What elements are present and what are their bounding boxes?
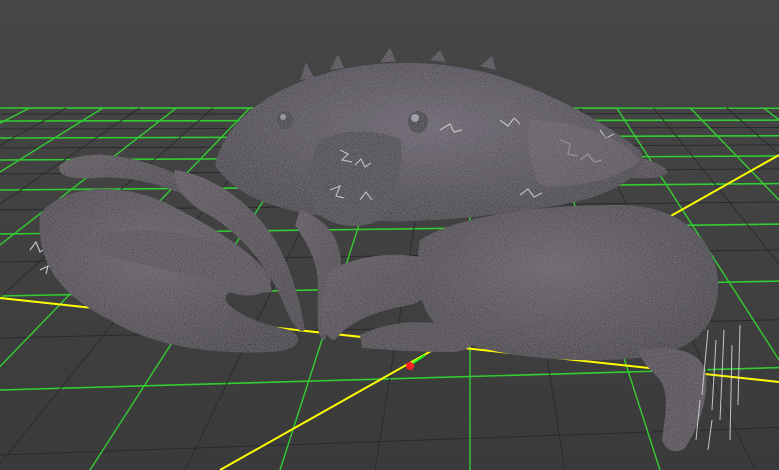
crab-eye-right [408, 111, 428, 133]
claw-hair [695, 324, 741, 451]
origin-gizmo [406, 354, 426, 370]
grid-line-horizontal [0, 426, 779, 456]
3d-viewport[interactable] [0, 0, 779, 470]
viewport-canvas [0, 48, 779, 470]
grid-line-depth [0, 107, 67, 146]
crab-eye-left [277, 111, 293, 129]
grid-line-depth [726, 107, 779, 155]
